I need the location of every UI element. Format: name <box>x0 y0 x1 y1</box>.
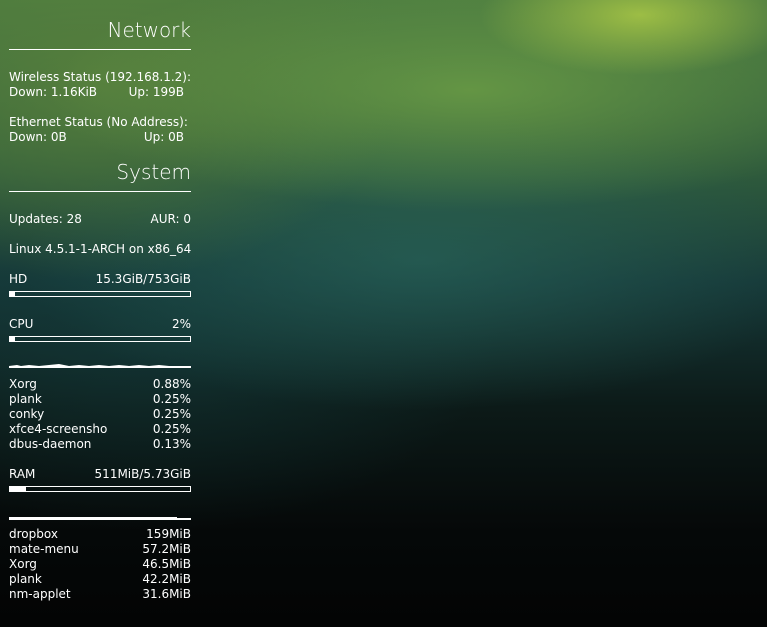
kernel-info: Linux 4.5.1-1-ARCH on x86_64 <box>9 242 192 256</box>
cpu-bar <box>9 336 191 342</box>
conky-panel: Network Wireless Status (192.168.1.2): D… <box>9 0 191 627</box>
process-row: xfce4-screensho 0.25% <box>9 422 191 437</box>
process-name: mate-menu <box>9 542 79 556</box>
process-row: mate-menu 57.2MiB <box>9 542 191 557</box>
process-value: 0.25% <box>152 407 191 421</box>
process-value: 46.5MiB <box>142 557 191 571</box>
hd-bar <box>9 291 191 297</box>
process-row: Xorg 0.88% <box>9 377 191 392</box>
process-value: 0.13% <box>152 437 191 451</box>
cpu-row: CPU 2% <box>9 317 191 332</box>
wireless-down: Down: 1.16KiB <box>9 85 98 99</box>
cpu-value: 2% <box>171 317 191 331</box>
process-name: nm-applet <box>9 587 71 601</box>
ram-row: RAM 511MiB/5.73GiB <box>9 467 191 482</box>
divider <box>9 49 191 50</box>
cpu-bar-fill <box>10 337 16 341</box>
aur-count: AUR: 0 <box>150 212 191 226</box>
wireless-traffic: Down: 1.16KiB Up: 199B <box>9 85 191 100</box>
process-row: Xorg 46.5MiB <box>9 557 191 572</box>
hd-bar-fill <box>10 292 16 296</box>
process-value: 0.25% <box>152 392 191 406</box>
divider <box>9 191 191 192</box>
ethernet-label: Ethernet Status (No Address): <box>9 115 188 129</box>
process-row: dbus-daemon 0.13% <box>9 437 191 452</box>
ethernet-up: Up: 0B <box>143 130 184 144</box>
process-value: 57.2MiB <box>142 542 191 556</box>
process-name: conky <box>9 407 45 421</box>
process-name: dropbox <box>9 527 58 541</box>
ethernet-status: Ethernet Status (No Address): <box>9 115 191 130</box>
updates-count: Updates: 28 <box>9 212 82 226</box>
ram-bar-fill <box>10 487 26 491</box>
ethernet-traffic: Down: 0B Up: 0B <box>9 130 191 145</box>
network-title: Network <box>107 18 191 42</box>
ram-graph <box>9 517 191 520</box>
wireless-up: Up: 199B <box>128 85 184 99</box>
process-row: plank 42.2MiB <box>9 572 191 587</box>
wireless-status: Wireless Status (192.168.1.2): <box>9 70 191 85</box>
process-name: plank <box>9 572 42 586</box>
process-row: dropbox 159MiB <box>9 527 191 542</box>
system-title: System <box>116 160 191 184</box>
process-value: 159MiB <box>146 527 191 541</box>
hd-value: 15.3GiB/753GiB <box>95 272 191 286</box>
process-value: 0.88% <box>152 377 191 391</box>
ethernet-down: Down: 0B <box>9 130 67 144</box>
process-name: plank <box>9 392 42 406</box>
process-name: Xorg <box>9 557 37 571</box>
process-name: dbus-daemon <box>9 437 92 451</box>
hd-label: HD <box>9 272 28 286</box>
process-name: xfce4-screensho <box>9 422 108 436</box>
process-value: 31.6MiB <box>142 587 191 601</box>
process-row: nm-applet 31.6MiB <box>9 587 191 602</box>
updates-row: Updates: 28 AUR: 0 <box>9 212 191 227</box>
process-row: conky 0.25% <box>9 407 191 422</box>
kernel-row: Linux 4.5.1-1-ARCH on x86_64 <box>9 242 191 257</box>
wireless-label: Wireless Status (192.168.1.2): <box>9 70 192 84</box>
cpu-label: CPU <box>9 317 34 331</box>
ram-bar <box>9 486 191 492</box>
cpu-graph <box>9 364 191 368</box>
ram-value: 511MiB/5.73GiB <box>94 467 191 481</box>
process-value: 42.2MiB <box>142 572 191 586</box>
hd-row: HD 15.3GiB/753GiB <box>9 272 191 287</box>
ram-label: RAM <box>9 467 36 481</box>
process-value: 0.25% <box>152 422 191 436</box>
process-name: Xorg <box>9 377 37 391</box>
process-row: plank 0.25% <box>9 392 191 407</box>
